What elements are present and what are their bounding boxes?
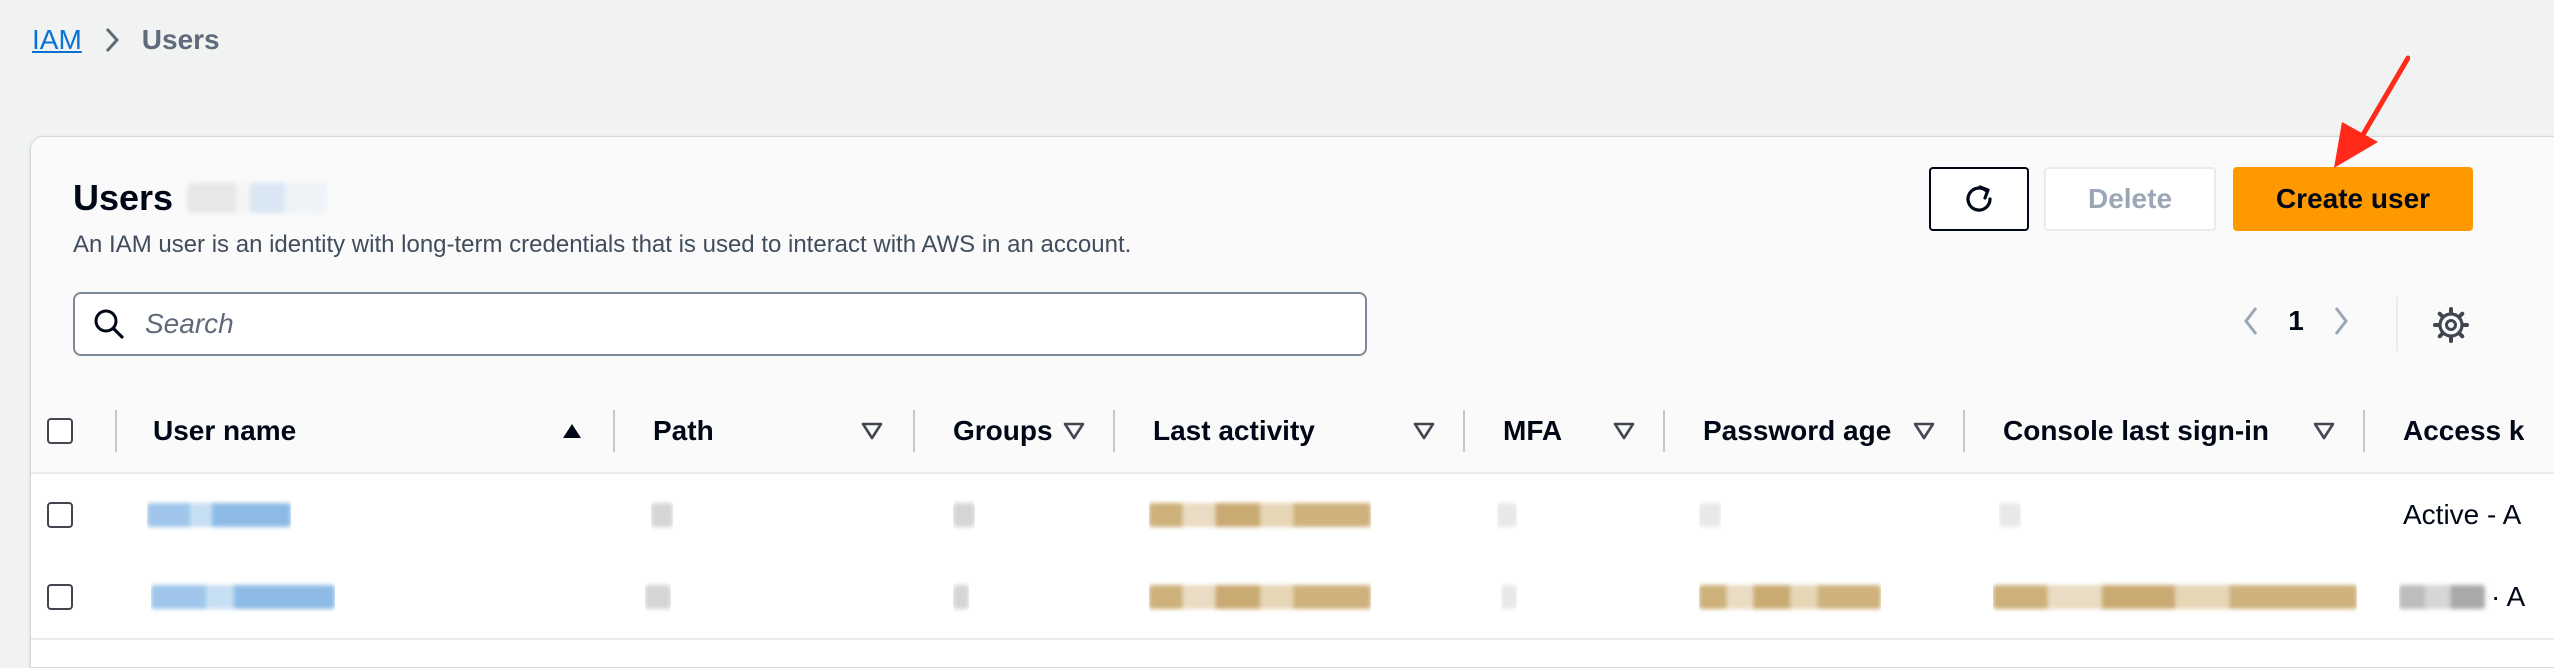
delete-button[interactable]: Delete	[2044, 167, 2216, 231]
sort-caret-icon[interactable]	[1613, 422, 1635, 445]
user-count-redacted	[187, 183, 328, 213]
title-text: Users	[73, 177, 174, 218]
annotation-arrow-icon	[2334, 55, 2410, 168]
panel-header: Users An IAM user is an identity with lo…	[31, 137, 2554, 391]
last-activity-cell-redacted	[1149, 556, 1371, 638]
gear-icon[interactable]	[2431, 305, 2471, 350]
sort-caret-icon[interactable]	[861, 422, 883, 445]
previous-page-icon[interactable]	[2231, 305, 2271, 337]
refresh-icon	[1966, 185, 1992, 212]
column-divider	[1113, 410, 1115, 452]
users-panel: Users An IAM user is an identity with lo…	[30, 136, 2554, 668]
groups-cell-redacted	[953, 556, 969, 638]
access-key-redacted	[2399, 585, 2485, 609]
row-checkbox[interactable]	[47, 584, 73, 610]
column-divider	[613, 410, 615, 452]
column-header-path[interactable]: Path	[653, 390, 833, 472]
refresh-button[interactable]	[1929, 167, 2029, 231]
search-icon	[89, 307, 129, 341]
search-box[interactable]	[73, 292, 1367, 356]
sort-caret-icon[interactable]	[1413, 422, 1435, 445]
chevron-right-icon	[104, 26, 120, 54]
column-divider	[1663, 410, 1665, 452]
sort-caret-icon[interactable]	[1913, 422, 1935, 445]
access-key-cell: Active - A	[2403, 499, 2522, 530]
column-header-groups[interactable]: Groups	[953, 390, 1075, 472]
access-key-cell: · A	[2399, 556, 2554, 638]
column-header-last-activity[interactable]: Last activity	[1153, 390, 1393, 472]
access-key-suffix: · A	[2491, 581, 2526, 612]
column-divider	[1463, 410, 1465, 452]
table-row: · A	[31, 556, 2554, 640]
last-activity-cell-redacted	[1149, 474, 1371, 556]
sort-caret-icon[interactable]	[2313, 422, 2335, 445]
console-last-sign-in-cell-redacted	[1999, 474, 2021, 556]
mfa-cell-redacted	[1497, 474, 1517, 556]
table-row: Active - A	[31, 474, 2554, 558]
column-divider	[115, 410, 117, 452]
groups-cell-redacted	[953, 474, 975, 556]
column-header-user-name[interactable]: User name	[153, 390, 393, 472]
column-divider	[913, 410, 915, 452]
user-name-link-redacted[interactable]	[151, 556, 335, 638]
table-header: User name Path Groups Last activity MFA	[31, 390, 2554, 474]
sort-caret-icon[interactable]	[1063, 422, 1085, 445]
next-page-icon[interactable]	[2321, 305, 2361, 337]
breadcrumb-current: Users	[141, 24, 220, 55]
breadcrumb: IAM Users	[32, 24, 220, 56]
pagination: 1	[2231, 305, 2361, 337]
breadcrumb-iam-link[interactable]: IAM	[32, 24, 82, 56]
column-divider	[2363, 410, 2365, 452]
password-age-cell-redacted	[1699, 474, 1721, 556]
column-divider	[1963, 410, 1965, 452]
console-last-sign-in-cell-redacted	[1993, 556, 2357, 638]
column-header-password-age[interactable]: Password age	[1703, 390, 1943, 472]
search-input[interactable]	[143, 307, 1347, 341]
column-header-mfa[interactable]: MFA	[1503, 390, 1623, 472]
page-title: Users	[73, 177, 328, 219]
user-name-link-redacted[interactable]	[147, 474, 291, 556]
sort-ascending-icon[interactable]	[561, 422, 583, 445]
column-header-console-last-sign-in[interactable]: Console last sign-in	[2003, 390, 2303, 472]
page-number[interactable]: 1	[2271, 305, 2321, 337]
path-cell-redacted	[645, 556, 671, 638]
page-description: An IAM user is an identity with long-ter…	[73, 231, 1132, 258]
path-cell-redacted	[651, 474, 673, 556]
column-header-access-key[interactable]: Access k	[2403, 390, 2553, 472]
pagination-divider	[2396, 297, 2398, 351]
select-all-checkbox[interactable]	[47, 418, 73, 444]
password-age-cell-redacted	[1699, 556, 1881, 638]
row-checkbox[interactable]	[47, 502, 73, 528]
mfa-cell-redacted	[1501, 556, 1517, 638]
